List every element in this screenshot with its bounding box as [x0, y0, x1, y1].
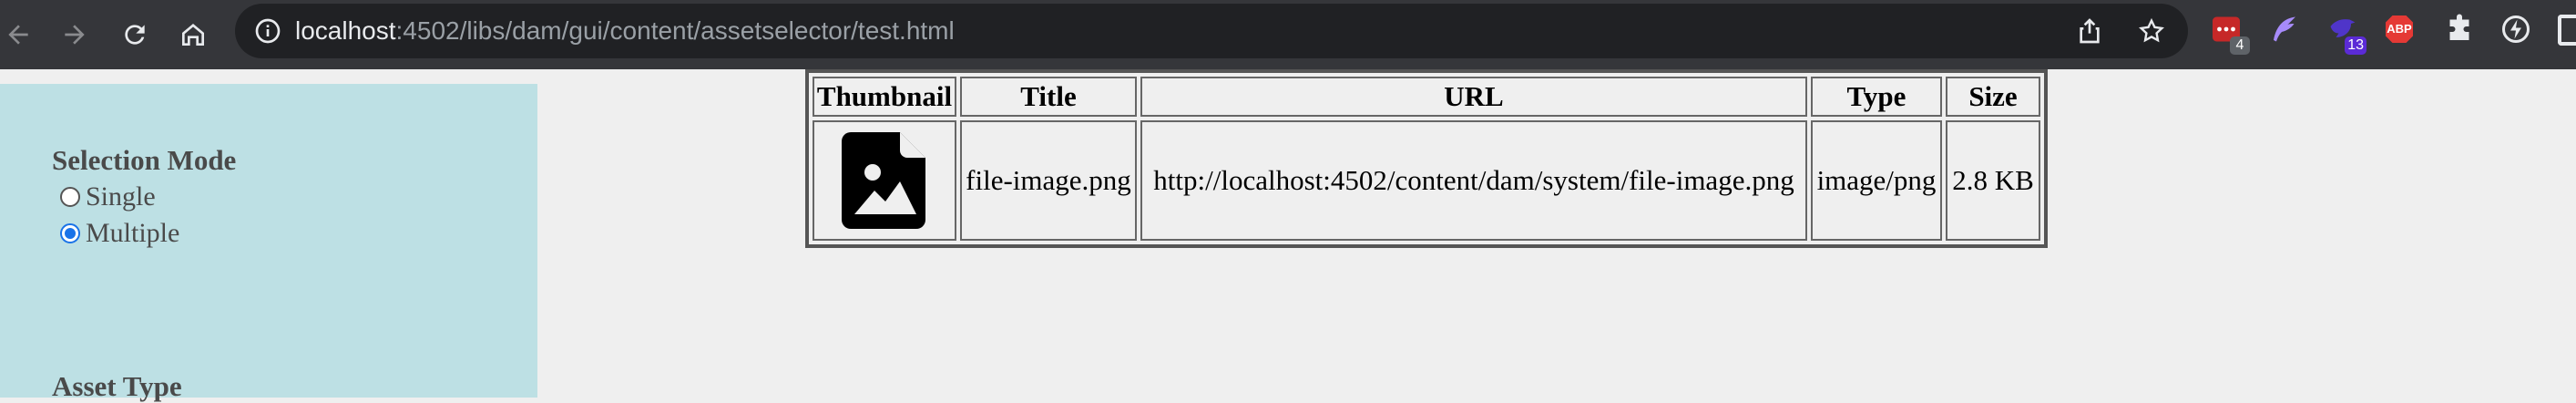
- header-size: Size: [1946, 77, 2040, 117]
- adblock-plus-label: ABP: [2387, 22, 2412, 36]
- puzzle-extensions-icon: [2449, 14, 2469, 40]
- header-thumbnail: Thumbnail: [813, 77, 956, 117]
- table-row: file-image.png http://localhost:4502/con…: [813, 120, 2040, 241]
- radio-multiple-button[interactable]: [60, 223, 80, 243]
- performance-icon: [2502, 16, 2530, 43]
- bookmark-star-icon[interactable]: [2137, 16, 2166, 46]
- radio-multiple[interactable]: Multiple: [60, 215, 179, 252]
- adblock-plus-icon[interactable]: ABP: [2381, 11, 2418, 47]
- todo-extension-badge: 4: [2230, 36, 2250, 55]
- site-info-icon[interactable]: [253, 16, 282, 46]
- bird-extension-badge: 13: [2345, 36, 2366, 55]
- home-button[interactable]: [171, 13, 215, 57]
- bird-extension-icon[interactable]: 13: [2325, 11, 2366, 55]
- cell-size: 2.8 KB: [1946, 120, 2040, 241]
- forward-button[interactable]: [53, 13, 97, 57]
- todo-extension-icon[interactable]: 4: [2208, 11, 2250, 55]
- header-url: URL: [1140, 77, 1807, 117]
- filter-sidebar: Selection Mode Single Multiple Asset Typ…: [0, 84, 537, 402]
- extensions-menu-button[interactable]: [2441, 11, 2478, 47]
- image-file-icon: [842, 132, 925, 229]
- radio-single-button[interactable]: [60, 187, 80, 207]
- table-header-row: Thumbnail Title URL Type Size: [813, 77, 2040, 117]
- selection-mode-title: Selection Mode: [52, 144, 237, 176]
- side-panel-icon[interactable]: [2558, 15, 2576, 46]
- url-path: :4502/libs/dam/gui/content/assetselector…: [395, 16, 955, 45]
- radio-multiple-label: Multiple: [86, 218, 180, 248]
- feather-extension-icon[interactable]: [2266, 11, 2303, 47]
- reload-button[interactable]: [113, 13, 157, 57]
- share-icon[interactable]: [2075, 16, 2104, 46]
- header-title: Title: [960, 77, 1137, 117]
- cell-title: file-image.png: [960, 120, 1137, 241]
- cell-type: image/png: [1811, 120, 1942, 241]
- performance-button[interactable]: [2498, 11, 2534, 47]
- url-text[interactable]: localhost:4502/libs/dam/gui/content/asse…: [295, 4, 955, 58]
- feather-icon: [2274, 16, 2295, 42]
- cell-url: http://localhost:4502/content/dam/system…: [1140, 120, 1807, 241]
- cell-thumbnail: [813, 120, 956, 241]
- radio-single-label: Single: [86, 181, 156, 212]
- asset-type-title: Asset Type: [52, 370, 182, 402]
- header-type: Type: [1811, 77, 1942, 117]
- browser-toolbar: localhost:4502/libs/dam/gui/content/asse…: [0, 0, 2576, 69]
- home-icon: [182, 24, 204, 46]
- arrow-right-icon: [65, 25, 85, 45]
- back-button[interactable]: [0, 13, 40, 57]
- url-host: localhost: [295, 16, 396, 45]
- address-bar[interactable]: localhost:4502/libs/dam/gui/content/asse…: [235, 4, 2188, 58]
- reload-icon: [125, 25, 145, 45]
- selected-assets-table: Thumbnail Title URL Type Size file-image…: [805, 69, 2048, 248]
- radio-single[interactable]: Single: [60, 179, 156, 215]
- arrow-left-icon: [8, 25, 28, 45]
